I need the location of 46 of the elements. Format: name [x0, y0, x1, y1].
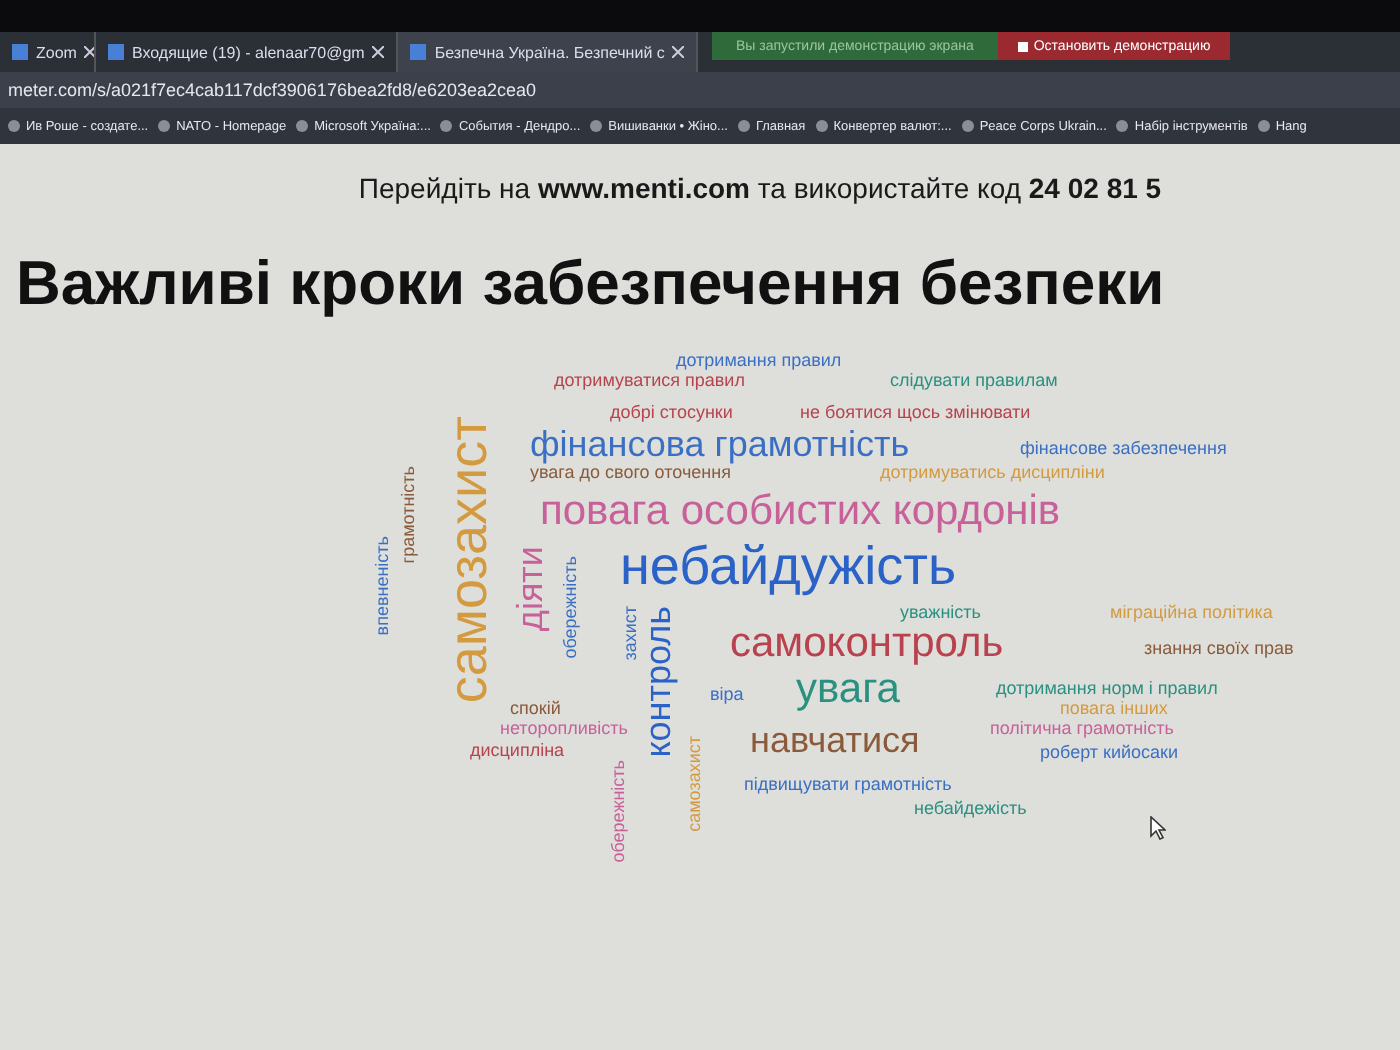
tab-favicon-icon: [108, 44, 124, 60]
word-cloud-word: повага особистих кордонів: [540, 490, 1061, 535]
word-cloud-word: обережність: [610, 760, 629, 863]
word-cloud-word: впевненість: [374, 536, 393, 636]
word-cloud-word: контроль: [640, 606, 678, 758]
word-cloud-word: фінансове забезпечення: [1020, 440, 1227, 459]
word-cloud-word: неторопливість: [500, 720, 628, 739]
close-icon[interactable]: [84, 46, 94, 58]
word-cloud-word: фінансова грамотність: [530, 426, 910, 464]
word-cloud-word: небайдежість: [914, 800, 1027, 819]
word-cloud-word: захист: [622, 606, 641, 661]
word-cloud-word: дотримуватися правил: [554, 372, 745, 391]
tab-favicon-icon: [410, 44, 427, 60]
word-cloud-word: не боятися щось змінювати: [800, 404, 1031, 423]
word-cloud-word: підвищувати грамотність: [744, 776, 952, 795]
word-cloud-word: небайдужість: [620, 538, 957, 595]
word-cloud-word: уважність: [900, 604, 981, 623]
join-instructions: Перейдіть на www.menti.com та використайте код 24 02 81 5: [356, 172, 1164, 204]
close-icon[interactable]: [372, 46, 385, 58]
slide-title: Важливі кроки забезпечення безпеки: [16, 248, 1167, 320]
word-cloud-word: повага інших: [1060, 700, 1168, 719]
word-cloud-word: політична грамотність: [990, 720, 1174, 739]
tab-favicon-icon: [12, 44, 28, 60]
word-cloud-word: слідувати правилам: [890, 372, 1058, 391]
word-cloud-word: самоконтроль: [730, 622, 1004, 667]
browser-tab[interactable]: Безпечна Україна. Безпечний с: [398, 32, 699, 72]
word-cloud-word: дисципліна: [470, 742, 565, 761]
mouse-cursor-icon: [1150, 816, 1166, 840]
word-cloud-word: самозахист: [686, 736, 705, 832]
word-cloud-word: дотримання норм і правил: [996, 680, 1218, 699]
word-cloud-word: дотримуватись дисципліни: [880, 464, 1105, 483]
close-icon[interactable]: [672, 46, 685, 58]
word-cloud-word: увага до свого оточення: [530, 464, 731, 483]
word-cloud-word: увага: [796, 668, 900, 713]
word-cloud-word: роберт кийосаки: [1040, 744, 1178, 763]
word-cloud-word: грамотність: [400, 466, 419, 564]
word-cloud-word: віра: [710, 686, 744, 705]
word-cloud-word: обережність: [562, 556, 581, 659]
word-cloud-word: навчатися: [750, 722, 920, 760]
word-cloud-word: самозахист: [440, 416, 497, 704]
word-cloud-word: діяти: [512, 546, 550, 632]
word-cloud-word: добрі стосунки: [610, 404, 733, 423]
word-cloud-word: міграційна політика: [1110, 604, 1273, 623]
word-cloud-word: спокій: [510, 700, 561, 719]
word-cloud-word: знання своїх прав: [1144, 640, 1294, 659]
word-cloud-word: дотримання правил: [676, 352, 842, 371]
